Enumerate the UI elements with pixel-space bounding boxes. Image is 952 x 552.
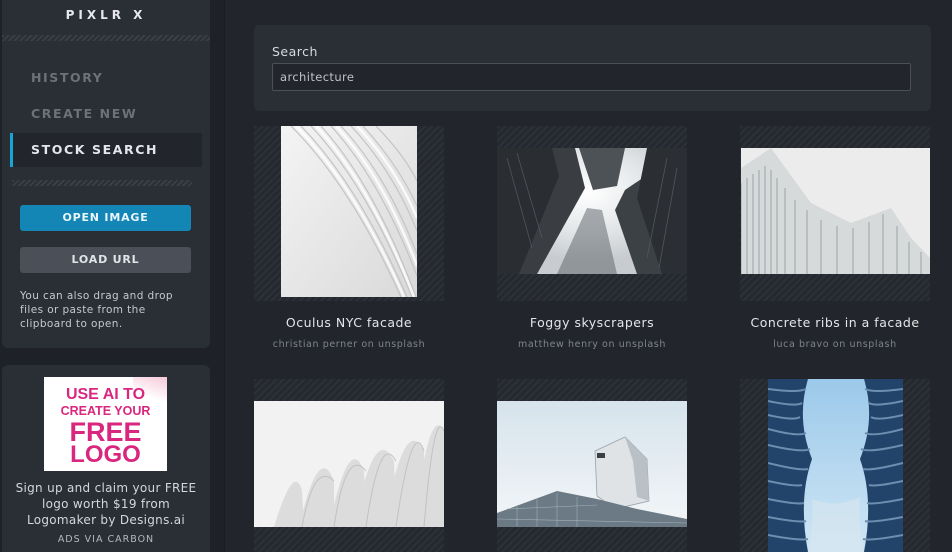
result-image[interactable] [497, 148, 687, 274]
result-thumbnail-frame[interactable] [740, 379, 930, 552]
result-image[interactable] [497, 401, 687, 527]
ad-image-line: USE AI TO [65, 386, 146, 403]
result-thumbnail-frame[interactable] [740, 126, 930, 301]
result-card[interactable] [740, 379, 930, 552]
result-card[interactable] [497, 379, 687, 552]
nav-history[interactable]: HISTORY [10, 61, 202, 95]
drag-drop-note: You can also drag and drop files or past… [20, 290, 173, 330]
result-card[interactable]: Foggy skyscrapers matthew henry on unspl… [497, 126, 687, 350]
result-card[interactable]: Oculus NYC facade christian perner on un… [254, 126, 444, 350]
sidebar: PIXLR X HISTORY CREATE NEW STOCK SEARCH … [0, 0, 210, 552]
sidebar-panel: PIXLR X HISTORY CREATE NEW STOCK SEARCH … [2, 0, 210, 348]
main-area: Search architecture Oculus NYC facade ch… [225, 0, 952, 552]
open-image-button[interactable]: OPEN IMAGE [20, 205, 191, 231]
result-credit[interactable]: luca bravo on unsplash [740, 339, 930, 350]
result-thumbnail-frame[interactable] [254, 379, 444, 552]
app-logo[interactable]: PIXLR X [2, 8, 210, 22]
ad-panel: USE AI TO CREATE YOUR FREE LOGO Sign up … [2, 365, 210, 552]
nav-create-new[interactable]: CREATE NEW [10, 97, 202, 131]
load-url-button[interactable]: LOAD URL [20, 247, 191, 273]
result-title[interactable]: Foggy skyscrapers [497, 315, 687, 330]
result-image[interactable] [254, 401, 444, 527]
search-label: Search [272, 44, 318, 59]
result-thumbnail-frame[interactable] [497, 379, 687, 552]
result-card[interactable] [254, 379, 444, 552]
result-title[interactable]: Concrete ribs in a facade [740, 315, 930, 330]
ad-text[interactable]: Sign up and claim your FREE logo worth $… [10, 480, 202, 528]
result-title[interactable]: Oculus NYC facade [254, 315, 444, 330]
result-credit[interactable]: christian perner on unsplash [254, 339, 444, 350]
search-input[interactable] [272, 63, 911, 91]
ad-image-line: CREATE YOUR [60, 404, 151, 418]
divider [2, 35, 210, 41]
result-image[interactable] [768, 379, 903, 552]
result-image[interactable] [281, 126, 417, 297]
ad-via-link[interactable]: ADS VIA CARBON [2, 534, 210, 545]
result-thumbnail-frame[interactable] [254, 126, 444, 301]
result-credit[interactable]: matthew henry on unsplash [497, 339, 687, 350]
ad-image-line: LOGO [70, 441, 141, 468]
divider [12, 180, 192, 186]
result-thumbnail-frame[interactable] [497, 126, 687, 301]
search-panel: Search [254, 25, 931, 111]
ad-image[interactable]: USE AI TO CREATE YOUR FREE LOGO [44, 377, 167, 471]
nav-stock-search[interactable]: STOCK SEARCH [10, 133, 202, 167]
result-image[interactable] [741, 148, 930, 274]
result-card[interactable]: Concrete ribs in a facade luca bravo on … [740, 126, 930, 350]
